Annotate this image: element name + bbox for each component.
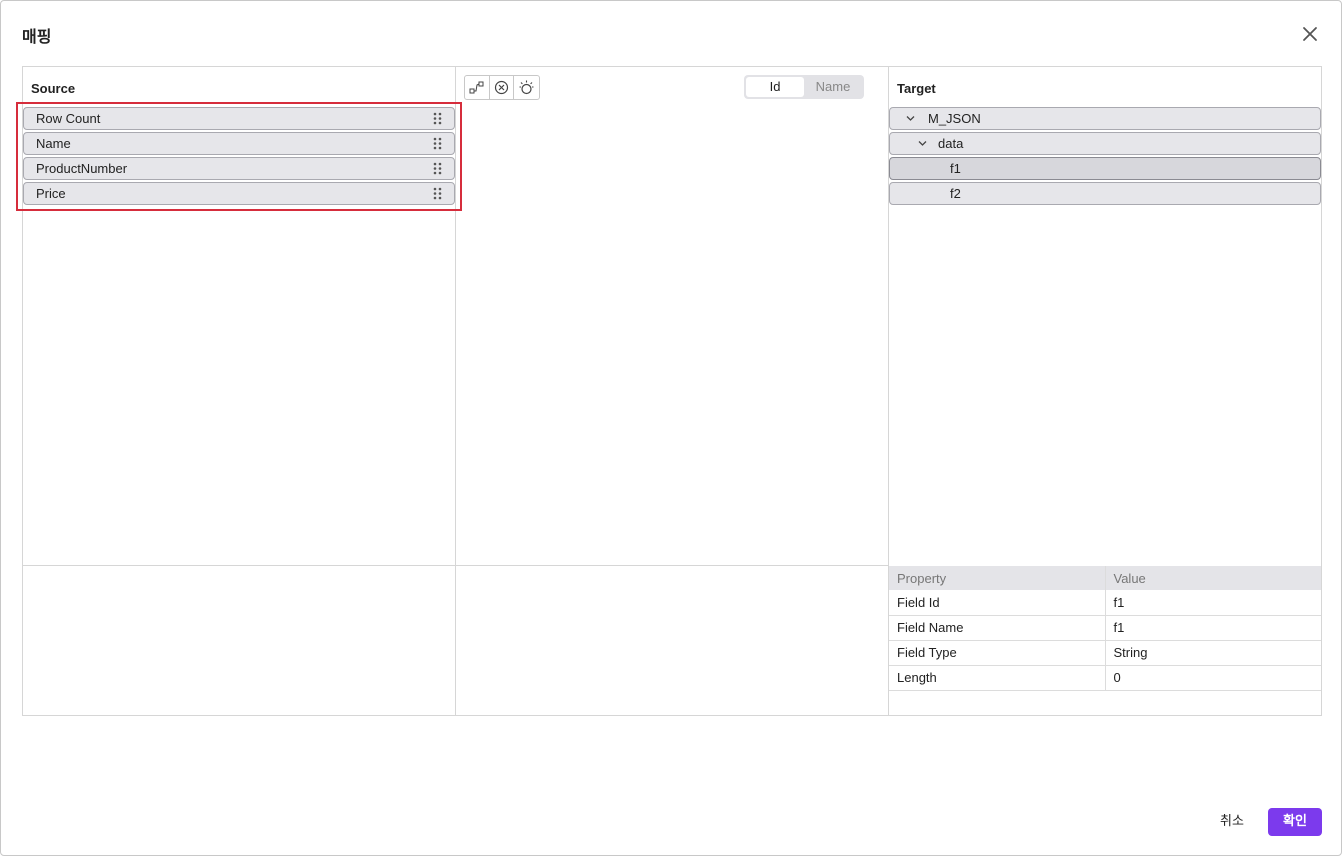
tree-node-f2[interactable]: f2 [889,182,1321,205]
divider [455,67,456,715]
property-value: f1 [1105,615,1321,641]
source-item-name[interactable]: Name [23,132,455,155]
table-row: Field Type String [889,640,1321,666]
column-header-property: Property [889,566,1106,590]
confirm-button[interactable]: 확인 [1268,808,1322,836]
dialog-title: 매핑 [22,27,52,46]
source-item-label: ProductNumber [36,161,128,176]
property-value: 0 [1105,665,1321,691]
source-item-price[interactable]: Price [23,182,455,205]
tree-node-data[interactable]: data [889,132,1321,155]
tree-node-label: data [938,136,964,151]
drag-handle-icon[interactable] [432,137,444,150]
table-header-row: Property Value [889,566,1321,590]
toggle-option-id[interactable]: Id [746,77,804,97]
clear-mapping-icon[interactable] [490,76,515,99]
source-item-row-count[interactable]: Row Count [23,107,455,130]
table-row: Length 0 [889,665,1321,691]
table-row: Field Id f1 [889,590,1321,616]
target-header: Target [897,81,936,96]
property-name: Field Type [889,640,1106,666]
mapping-dialog: 매핑 Source Row Count Name ProductNumber P… [0,0,1342,856]
chevron-down-icon[interactable] [918,140,927,147]
cancel-button[interactable]: 취소 [1209,809,1255,835]
drag-handle-icon[interactable] [432,187,444,200]
mapping-panels: Source Row Count Name ProductNumber Pric… [16,66,1322,716]
close-icon[interactable] [1299,23,1321,45]
source-item-label: Name [36,136,71,151]
drag-handle-icon[interactable] [432,162,444,175]
tree-node-f1[interactable]: f1 [889,157,1321,180]
mapping-toolbar [464,75,540,100]
property-name: Length [889,665,1106,691]
tree-node-label: f1 [950,161,961,176]
column-header-value: Value [1105,566,1321,590]
table-row: Field Name f1 [889,615,1321,641]
chevron-down-icon[interactable] [906,115,915,122]
auto-map-icon[interactable] [465,76,490,99]
property-value: f1 [1105,590,1321,616]
source-item-label: Row Count [36,111,101,126]
drag-handle-icon[interactable] [432,112,444,125]
toggle-option-name[interactable]: Name [804,77,862,97]
tree-node-label: f2 [950,186,961,201]
property-value: String [1105,640,1321,666]
id-name-toggle: Id Name [744,75,864,99]
tree-node-label: M_JSON [928,111,981,126]
tree-node-m-json[interactable]: M_JSON [889,107,1321,130]
property-table: Property Value Field Id f1 Field Name f1… [889,566,1321,691]
property-name: Field Name [889,615,1106,641]
source-item-product-number[interactable]: ProductNumber [23,157,455,180]
property-name: Field Id [889,590,1106,616]
source-item-label: Price [36,186,66,201]
bulb-icon[interactable] [514,76,539,99]
source-header: Source [31,81,76,96]
divider [23,565,889,566]
